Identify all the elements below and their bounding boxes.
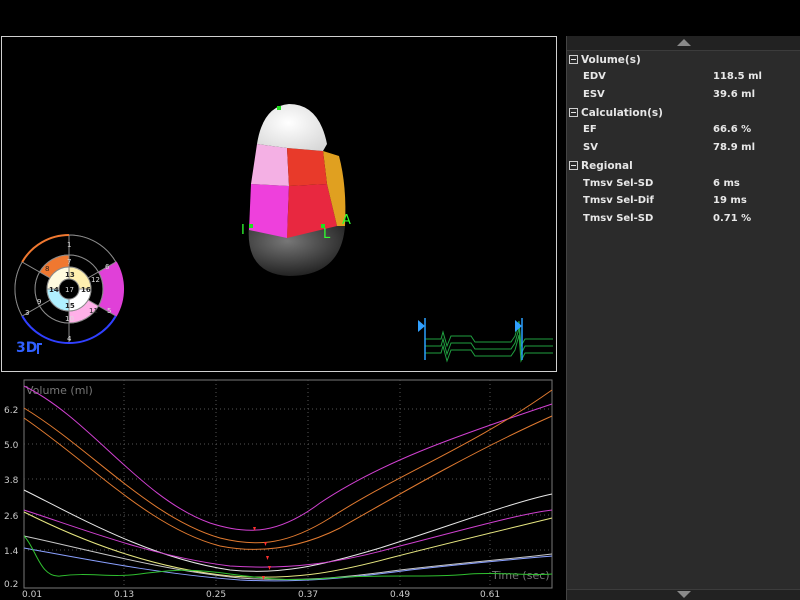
seg-label-15: 15 bbox=[65, 302, 75, 310]
seg-label-17: 17 bbox=[65, 286, 74, 294]
top-bar bbox=[0, 0, 800, 36]
row-label: ESV bbox=[583, 89, 605, 100]
x-tick: 0.25 bbox=[206, 590, 226, 600]
row-tmsv-sel-sd-pct: Tmsv Sel-SD 0.71 % bbox=[583, 211, 793, 227]
row-esv: ESV 39.6 ml bbox=[583, 87, 793, 103]
row-label: SV bbox=[583, 142, 598, 153]
logo-text: 3D bbox=[16, 340, 37, 356]
section-title: Regional bbox=[581, 160, 633, 172]
section-calculations[interactable]: Calculation(s) bbox=[569, 105, 663, 121]
row-tmsv-sel-sd: Tmsv Sel-SD 6 ms bbox=[583, 176, 793, 192]
seg-label-11: 11 bbox=[89, 307, 98, 315]
lv-3d-model[interactable]: I L A bbox=[241, 104, 351, 276]
marker-l: L bbox=[323, 227, 331, 242]
row-label: Tmsv Sel-SD bbox=[583, 213, 654, 224]
scroll-down-button[interactable] bbox=[567, 589, 800, 600]
marker-i: I bbox=[241, 223, 245, 238]
row-label: Tmsv Sel-SD bbox=[583, 178, 654, 189]
row-value: 118.5 ml bbox=[713, 71, 762, 82]
seg-label-10: 10 bbox=[65, 315, 74, 323]
seg-label-6: 6 bbox=[105, 263, 110, 271]
x-tick: 0.13 bbox=[114, 590, 134, 600]
section-regional[interactable]: Regional bbox=[569, 158, 633, 174]
section-title: Calculation(s) bbox=[581, 107, 663, 119]
y-tick: 3.8 bbox=[4, 476, 19, 486]
seg-label-13: 13 bbox=[65, 271, 75, 279]
bullseye-plot[interactable]: 1 6 5 4 3 8 7 12 11 10 9 13 16 15 14 17 bbox=[14, 233, 125, 344]
seg-label-12: 12 bbox=[91, 276, 100, 284]
y-tick: 1.4 bbox=[4, 547, 19, 557]
seg-label-5: 5 bbox=[107, 307, 111, 315]
seg-label-8: 8 bbox=[45, 265, 49, 273]
row-value: 6 ms bbox=[713, 178, 740, 189]
y-tick: 5.0 bbox=[4, 441, 19, 451]
collapse-icon[interactable] bbox=[569, 55, 578, 64]
chevron-down-icon bbox=[677, 591, 691, 598]
row-value: 39.6 ml bbox=[713, 89, 756, 100]
3d-logo-icon: 3D bbox=[16, 340, 42, 356]
seg-label-3: 3 bbox=[25, 309, 29, 317]
seg-label-1: 1 bbox=[67, 241, 71, 249]
collapse-icon[interactable] bbox=[569, 108, 578, 117]
row-label: EDV bbox=[583, 71, 606, 82]
section-volumes[interactable]: Volume(s) bbox=[569, 52, 641, 68]
section-title: Volume(s) bbox=[581, 54, 641, 66]
row-tmsv-sel-dif: Tmsv Sel-Dif 19 ms bbox=[583, 193, 793, 209]
seg-label-9: 9 bbox=[37, 298, 41, 306]
seg-label-7: 7 bbox=[67, 258, 71, 266]
x-tick: 0.01 bbox=[22, 590, 42, 600]
3d-viewport[interactable]: I L A 1 6 5 4 3 8 7 12 11 10 9 13 16 15 … bbox=[1, 36, 557, 372]
y-tick: 6.2 bbox=[4, 406, 18, 416]
segment-magenta bbox=[249, 184, 289, 238]
row-ef: EF 66.6 % bbox=[583, 122, 793, 138]
y-tick: 0.2 bbox=[4, 580, 18, 590]
row-value: 78.9 ml bbox=[713, 142, 756, 153]
measurement-panel: Volume(s) EDV 118.5 ml ESV 39.6 ml Calcu… bbox=[566, 36, 800, 600]
marker-a: A bbox=[342, 213, 351, 228]
segment-pink bbox=[251, 144, 289, 186]
y-axis-label: Volume (ml) bbox=[26, 384, 93, 397]
x-tick: 0.49 bbox=[390, 590, 410, 600]
row-label: EF bbox=[583, 124, 597, 135]
ecg-strip bbox=[418, 318, 553, 363]
row-edv: EDV 118.5 ml bbox=[583, 69, 793, 85]
row-sv: SV 78.9 ml bbox=[583, 140, 793, 156]
chevron-up-icon bbox=[677, 39, 691, 46]
seg-label-4: 4 bbox=[67, 335, 72, 343]
scroll-up-button[interactable] bbox=[567, 36, 800, 51]
row-value: 0.71 % bbox=[713, 213, 752, 224]
x-tick: 0.61 bbox=[480, 590, 500, 600]
row-value: 19 ms bbox=[713, 195, 747, 206]
seg-label-14: 14 bbox=[49, 286, 59, 294]
volume-time-graph[interactable]: Volume (ml) Time (sec) 6.2 5.0 3.8 2.6 1… bbox=[0, 378, 562, 600]
row-value: 66.6 % bbox=[713, 124, 752, 135]
collapse-icon[interactable] bbox=[569, 161, 578, 170]
ecg-start-marker-icon[interactable] bbox=[418, 320, 425, 332]
seg-label-16: 16 bbox=[81, 286, 91, 294]
segment-red-upper bbox=[287, 148, 327, 186]
row-label: Tmsv Sel-Dif bbox=[583, 195, 654, 206]
x-tick: 0.37 bbox=[298, 590, 318, 600]
x-axis-label: Time (sec) bbox=[491, 569, 550, 582]
y-tick: 2.6 bbox=[4, 512, 19, 522]
